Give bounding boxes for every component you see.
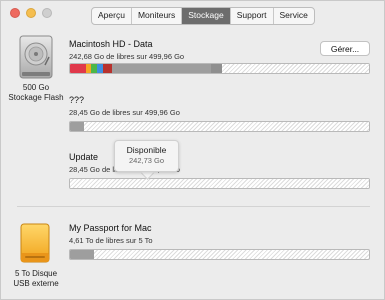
- usage-segment: [70, 64, 86, 73]
- external-usb-disk-icon: [20, 223, 50, 263]
- internal-disk-type: Stockage Flash: [8, 93, 64, 102]
- close-window-button[interactable]: [10, 8, 20, 18]
- internal-disk-caption: 500 Go Stockage Flash: [1, 83, 71, 103]
- internal-disk-size: 500 Go: [22, 83, 50, 92]
- free-space-segment: [84, 122, 369, 131]
- tab-service[interactable]: Service: [274, 8, 314, 24]
- tab-bar: Aperçu Moniteurs Stockage Support Servic…: [91, 7, 315, 25]
- external-disk-type: USB externe: [13, 279, 59, 288]
- usage-segment: [70, 122, 84, 131]
- volume-name: ???: [69, 95, 85, 105]
- external-disk-caption: 5 To Disque USB externe: [1, 269, 71, 289]
- window-controls: [10, 8, 52, 18]
- tab-moniteurs[interactable]: Moniteurs: [132, 8, 183, 24]
- volume-my-passport: My Passport for Mac 4,61 To de libres su…: [69, 223, 369, 246]
- zoom-window-button[interactable]: [42, 8, 52, 18]
- usage-bar-macintosh-hd[interactable]: [69, 63, 370, 74]
- tooltip-value: 242,73 Go: [128, 156, 165, 165]
- usage-bar-unknown[interactable]: [69, 121, 370, 132]
- tab-apercu[interactable]: Aperçu: [92, 8, 132, 24]
- tooltip-title: Disponible: [126, 145, 167, 155]
- usage-bar-update[interactable]: [69, 178, 370, 189]
- usage-segment: [112, 64, 211, 73]
- internal-disk-icon: [19, 35, 53, 79]
- external-disk-size: 5 To Disque: [14, 269, 58, 278]
- free-space-segment: [94, 250, 369, 259]
- tab-support[interactable]: Support: [231, 8, 274, 24]
- volume-unknown: ??? 28,45 Go de libres sur 499,96 Go: [69, 95, 369, 118]
- tab-stockage[interactable]: Stockage: [182, 8, 231, 24]
- volume-capacity: 4,61 To de libres sur 5 To: [69, 236, 153, 245]
- volume-capacity: 28,45 Go de libres sur 499,96 Go: [69, 108, 180, 117]
- usage-segment: [211, 64, 222, 73]
- available-space-tooltip: Disponible 242,73 Go: [114, 140, 179, 172]
- section-divider: [17, 206, 370, 207]
- free-space-segment: [70, 179, 369, 188]
- usage-bar-my-passport[interactable]: [69, 249, 370, 260]
- free-space-segment: [222, 64, 369, 73]
- usage-segment: [103, 64, 112, 73]
- volume-name: My Passport for Mac: [69, 223, 152, 233]
- system-info-window: Aperçu Moniteurs Stockage Support Servic…: [0, 0, 385, 300]
- minimize-window-button[interactable]: [26, 8, 36, 18]
- usage-segment: [70, 250, 94, 259]
- manage-button[interactable]: Gérer...: [320, 41, 370, 56]
